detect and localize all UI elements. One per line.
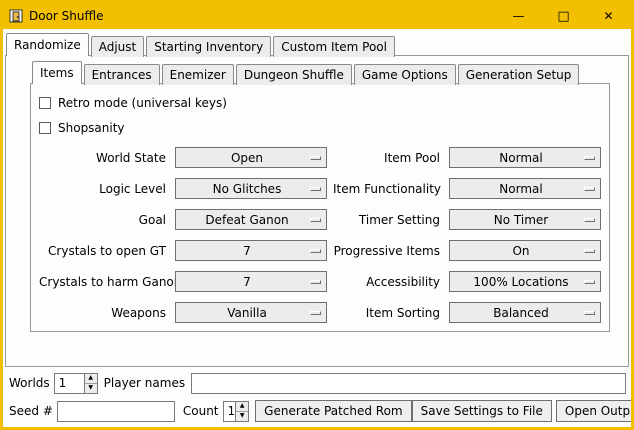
weapons-dropdown[interactable]: Vanilla [175,302,327,323]
tab-entrances[interactable]: Entrances [84,64,160,85]
randomize-panel: Items Entrances Enemizer Dungeon Shuffle… [5,55,629,367]
goal-label: Goal [39,213,175,227]
worlds-row: Worlds 1 ▲ ▼ Player names [9,372,626,394]
logic-level-label: Logic Level [39,182,175,196]
spin-up-icon[interactable]: ▲ [85,374,97,384]
item-functionality-dropdown[interactable]: Normal [449,178,601,199]
maximize-button[interactable]: □ [541,3,586,29]
item-sorting-dropdown[interactable]: Balanced [449,302,601,323]
accessibility-label: Accessibility [333,275,449,289]
dropdown-indicator-icon [310,311,321,315]
dropdown-indicator-icon [310,249,321,253]
tab-randomize[interactable]: Randomize [6,33,89,56]
item-functionality-label: Item Functionality [333,182,449,196]
seed-label: Seed # [9,404,53,418]
crystals-ganon-label: Crystals to harm Ganon [39,275,175,289]
player-names-input[interactable] [191,373,626,394]
tab-dungeon-shuffle[interactable]: Dungeon Shuffle [236,64,352,85]
generate-patched-rom-button[interactable]: Generate Patched Rom [255,400,411,422]
dropdown-indicator-icon [584,187,595,191]
dropdown-indicator-icon [584,218,595,222]
weapons-label: Weapons [39,306,175,320]
seed-input[interactable] [57,401,175,422]
options-grid: World State Open Item Pool Normal Logic … [39,147,601,323]
shopsanity-checkbox[interactable] [39,122,51,134]
tab-adjust[interactable]: Adjust [91,36,145,57]
shopsanity-row: Shopsanity [39,117,601,139]
timer-setting-dropdown[interactable]: No Timer [449,209,601,230]
window-title: Door Shuffle [29,9,103,23]
dropdown-indicator-icon [310,156,321,160]
minimize-button[interactable]: — [496,3,541,29]
app-icon [9,9,23,23]
dropdown-indicator-icon [310,187,321,191]
spin-down-icon[interactable]: ▼ [85,383,97,393]
dropdown-indicator-icon [584,311,595,315]
retro-mode-row: Retro mode (universal keys) [39,92,601,114]
tab-custom-item-pool[interactable]: Custom Item Pool [273,36,395,57]
close-button[interactable]: ✕ [586,3,631,29]
inner-tab-bar: Items Entrances Enemizer Dungeon Shuffle… [32,61,610,84]
item-sorting-label: Item Sorting [333,306,449,320]
worlds-label: Worlds [9,376,50,390]
window-controls: — □ ✕ [496,3,631,29]
tab-enemizer[interactable]: Enemizer [162,64,234,85]
items-panel: Retro mode (universal keys) Shopsanity W… [30,83,610,332]
dropdown-indicator-icon [310,280,321,284]
retro-mode-label: Retro mode (universal keys) [58,96,227,110]
count-spinner[interactable]: 1 ▲ ▼ [223,401,250,422]
spin-up-icon[interactable]: ▲ [236,402,248,412]
player-names-label: Player names [104,376,185,390]
item-pool-dropdown[interactable]: Normal [449,147,601,168]
progressive-items-dropdown[interactable]: On [449,240,601,261]
seed-row: Seed # Count 1 ▲ ▼ Generate Patched Rom … [9,400,626,422]
item-pool-label: Item Pool [333,151,449,165]
outer-tab-bar: Randomize Adjust Starting Inventory Cust… [6,33,631,56]
progressive-items-label: Progressive Items [333,244,449,258]
tab-items[interactable]: Items [32,61,82,84]
tab-game-options[interactable]: Game Options [354,64,456,85]
worlds-spinner[interactable]: 1 ▲ ▼ [54,373,98,394]
dropdown-indicator-icon [584,280,595,284]
count-label: Count [183,404,219,418]
spin-down-icon[interactable]: ▼ [236,411,248,421]
accessibility-dropdown[interactable]: 100% Locations [449,271,601,292]
retro-mode-checkbox[interactable] [39,97,51,109]
logic-level-dropdown[interactable]: No Glitches [175,178,327,199]
app-window: Door Shuffle — □ ✕ Randomize Adjust Star… [0,0,634,430]
tab-generation-setup[interactable]: Generation Setup [458,64,580,85]
open-output-button[interactable]: Open Output Directory [556,400,634,422]
crystals-gt-label: Crystals to open GT [39,244,175,258]
dropdown-indicator-icon [310,218,321,222]
goal-dropdown[interactable]: Defeat Ganon [175,209,327,230]
crystals-gt-dropdown[interactable]: 7 [175,240,327,261]
dropdown-indicator-icon [584,156,595,160]
bottom-bar: Worlds 1 ▲ ▼ Player names Seed # Count 1… [3,367,631,427]
world-state-dropdown[interactable]: Open [175,147,327,168]
shopsanity-label: Shopsanity [58,121,125,135]
dropdown-indicator-icon [584,249,595,253]
titlebar[interactable]: Door Shuffle — □ ✕ [3,3,631,29]
crystals-ganon-dropdown[interactable]: 7 [175,271,327,292]
world-state-label: World State [39,151,175,165]
tab-starting-inventory[interactable]: Starting Inventory [146,36,271,57]
save-settings-button[interactable]: Save Settings to File [412,400,552,422]
timer-setting-label: Timer Setting [333,213,449,227]
